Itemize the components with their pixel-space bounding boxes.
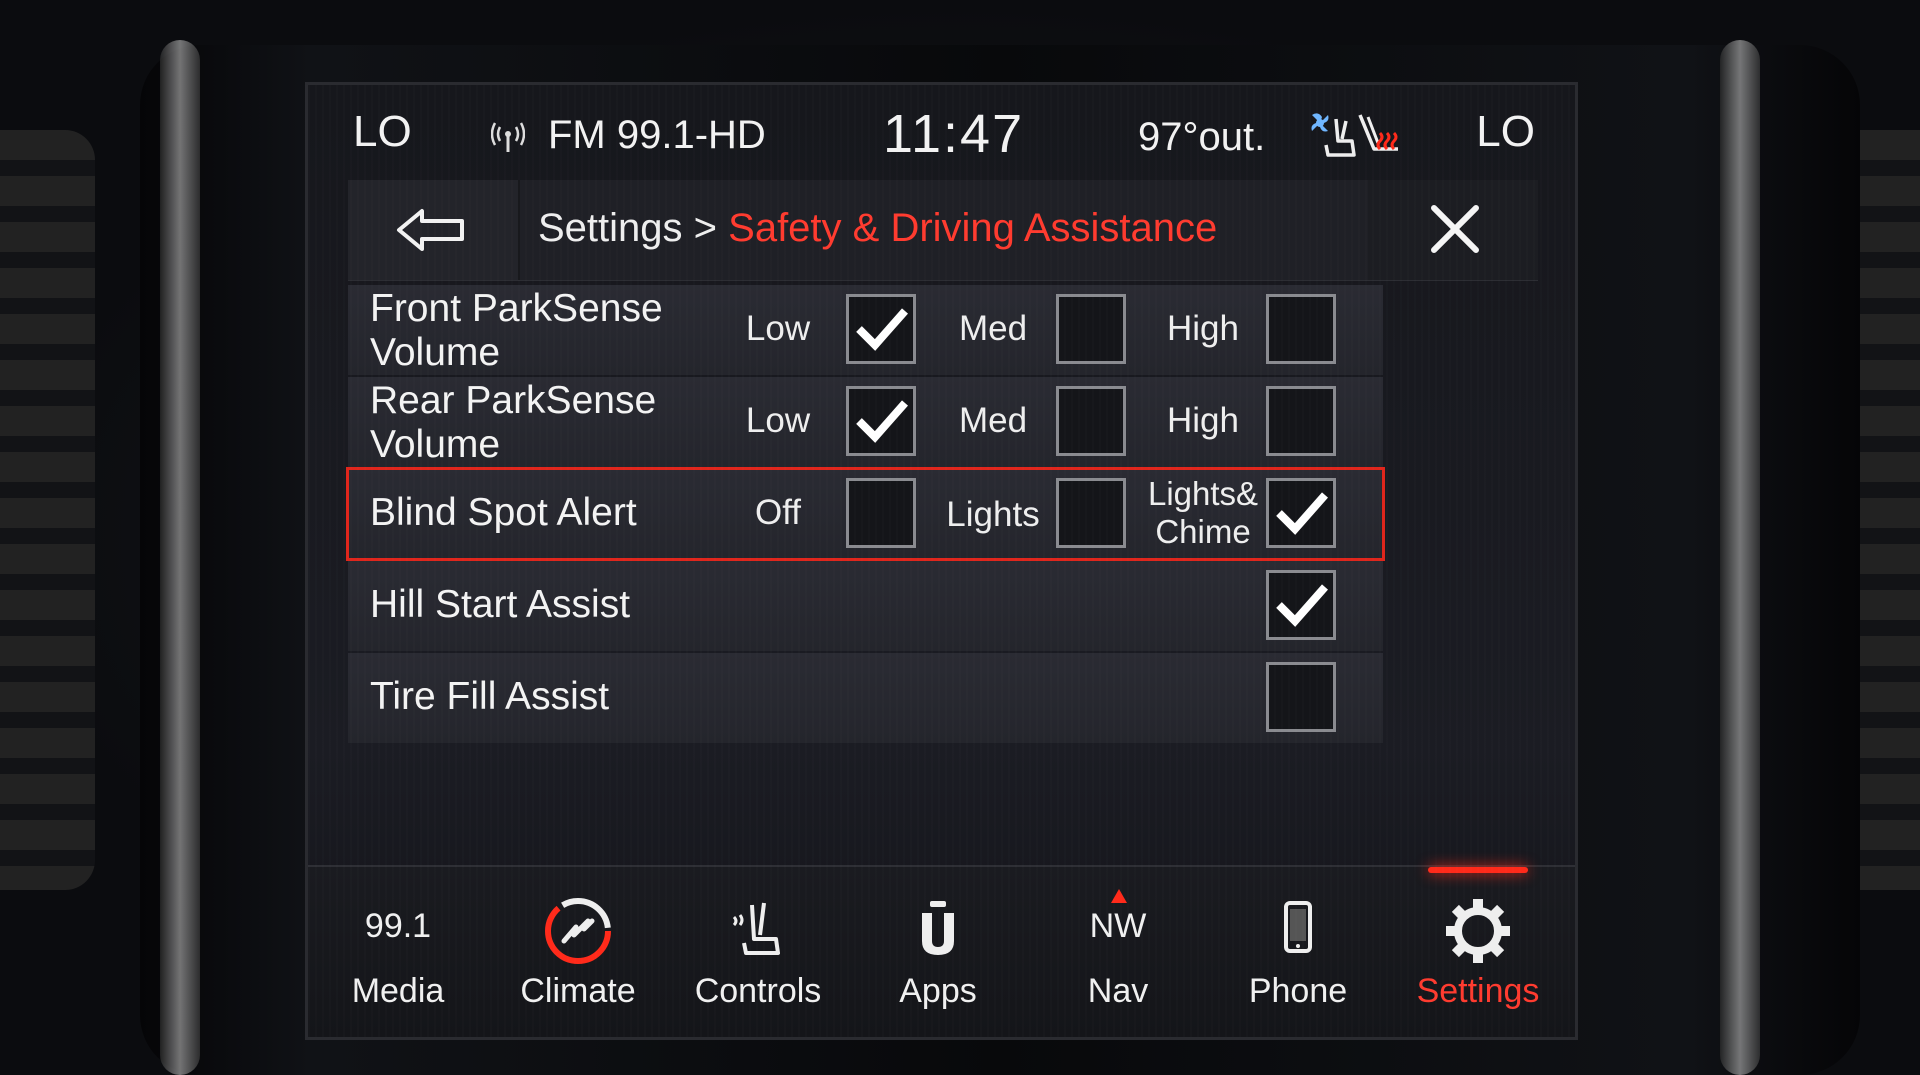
rear-med-checkbox[interactable] bbox=[1056, 386, 1126, 456]
compass-arrow-icon bbox=[1111, 889, 1127, 903]
nav-apps[interactable]: Apps bbox=[848, 867, 1028, 1037]
breadcrumb: Settings > Safety & Driving Assistance bbox=[538, 206, 1217, 251]
breadcrumb-current: Safety & Driving Assistance bbox=[728, 206, 1218, 250]
nav-climate-label: Climate bbox=[520, 972, 636, 1010]
tire-fill-assist-row: Tire Fill Assist bbox=[348, 653, 1383, 743]
close-icon bbox=[1431, 205, 1479, 253]
phone-icon bbox=[1284, 901, 1312, 953]
blind-spot-off-checkbox[interactable] bbox=[846, 478, 916, 548]
compass-heading: NW bbox=[1089, 907, 1147, 945]
front-parksense-label-line1: Front ParkSense bbox=[370, 287, 663, 330]
bezel-trim-right bbox=[1720, 40, 1760, 1075]
nav-settings-label: Settings bbox=[1416, 972, 1540, 1010]
front-parksense-row: Front ParkSense Volume Low Med High bbox=[348, 285, 1383, 375]
rear-high-label: High bbox=[1167, 401, 1239, 440]
bezel-trim-left bbox=[160, 40, 200, 1075]
radio-signal-icon bbox=[491, 122, 525, 152]
driver-temp[interactable]: LO bbox=[353, 107, 412, 157]
lights-chime-line1: Lights& bbox=[1148, 475, 1259, 512]
media-station-value: 99.1 bbox=[364, 907, 432, 945]
rear-low-checkbox[interactable] bbox=[846, 386, 916, 456]
settings-list: Front ParkSense Volume Low Med High Rear… bbox=[346, 285, 1385, 745]
climate-icon bbox=[545, 898, 611, 964]
nav-settings[interactable]: Settings bbox=[1388, 867, 1568, 1037]
nav-controls-label: Controls bbox=[694, 972, 822, 1010]
front-med-checkbox[interactable] bbox=[1056, 294, 1126, 364]
nav-climate[interactable]: Climate bbox=[488, 867, 668, 1037]
blind-spot-lights-checkbox[interactable] bbox=[1056, 478, 1126, 548]
heated-steering-icon[interactable] bbox=[1354, 109, 1410, 165]
checkmark-icon bbox=[856, 308, 908, 351]
rear-high-checkbox[interactable] bbox=[1266, 386, 1336, 456]
breadcrumb-root[interactable]: Settings > bbox=[538, 206, 717, 250]
nav-phone-label: Phone bbox=[1248, 972, 1348, 1010]
rear-parksense-label-line2: Volume bbox=[370, 423, 501, 466]
rear-parksense-label: Rear ParkSense Volume bbox=[370, 379, 656, 467]
blind-spot-off-label: Off bbox=[754, 493, 802, 532]
checkmark-icon bbox=[1276, 584, 1328, 627]
front-parksense-label-line2: Volume bbox=[370, 331, 501, 374]
clock: 11:47 bbox=[883, 104, 1025, 164]
hill-start-assist-checkbox[interactable] bbox=[1266, 570, 1336, 640]
nav-apps-label: Apps bbox=[899, 972, 977, 1010]
bottom-nav-bar: 99.1 Media Climate Controls Apps NW Nav … bbox=[308, 865, 1575, 1037]
rear-low-label: Low bbox=[745, 401, 811, 440]
front-med-label: Med bbox=[958, 309, 1028, 348]
blind-spot-alert-row: Blind Spot Alert Off Lights Lights& Chim… bbox=[346, 467, 1385, 561]
hill-start-assist-label: Hill Start Assist bbox=[370, 583, 631, 626]
outside-temperature: 97°out. bbox=[1138, 115, 1266, 159]
lights-chime-line2: Chime bbox=[1155, 513, 1251, 550]
back-button[interactable] bbox=[348, 180, 520, 280]
settings-header: Settings > Safety & Driving Assistance bbox=[348, 180, 1538, 281]
front-high-label: High bbox=[1167, 309, 1239, 348]
nav-nav[interactable]: NW Nav bbox=[1028, 867, 1208, 1037]
blind-spot-alert-label: Blind Spot Alert bbox=[370, 491, 637, 534]
seat-fan-icon[interactable] bbox=[1308, 111, 1360, 163]
nav-controls[interactable]: Controls bbox=[668, 867, 848, 1037]
back-arrow-icon bbox=[397, 209, 464, 251]
blind-spot-lights-chime-checkbox[interactable] bbox=[1266, 478, 1336, 548]
tire-fill-assist-checkbox[interactable] bbox=[1266, 662, 1336, 732]
uconnect-apps-icon bbox=[922, 901, 954, 955]
left-air-vent bbox=[0, 130, 95, 890]
blind-spot-lights-chime-label: Lights& Chime bbox=[1148, 475, 1258, 551]
seat-controls-icon bbox=[732, 902, 780, 955]
hill-start-assist-row: Hill Start Assist bbox=[348, 561, 1383, 651]
close-button[interactable] bbox=[1368, 180, 1538, 280]
rear-parksense-label-line1: Rear ParkSense bbox=[370, 379, 657, 422]
status-bar: LO FM 99.1-HD 11:47 97°out. LO bbox=[308, 85, 1575, 180]
front-low-label: Low bbox=[745, 309, 811, 348]
rear-parksense-row: Rear ParkSense Volume Low Med High bbox=[348, 377, 1383, 467]
nav-media[interactable]: 99.1 Media bbox=[308, 867, 488, 1037]
blind-spot-lights-label: Lights bbox=[946, 495, 1040, 534]
front-parksense-label: Front ParkSense Volume bbox=[370, 287, 663, 375]
infotainment-screen: LO FM 99.1-HD 11:47 97°out. LO Settings … bbox=[305, 82, 1578, 1040]
gear-icon bbox=[1446, 899, 1510, 963]
nav-nav-label: Nav bbox=[1087, 972, 1149, 1010]
checkmark-icon bbox=[1276, 492, 1328, 535]
front-high-checkbox[interactable] bbox=[1266, 294, 1336, 364]
radio-station[interactable]: FM 99.1-HD bbox=[548, 113, 766, 158]
tire-fill-assist-label: Tire Fill Assist bbox=[370, 675, 610, 718]
rear-med-label: Med bbox=[958, 401, 1028, 440]
nav-media-label: Media bbox=[351, 972, 445, 1010]
front-low-checkbox[interactable] bbox=[846, 294, 916, 364]
passenger-temp[interactable]: LO bbox=[1476, 107, 1535, 157]
checkmark-icon bbox=[856, 400, 908, 443]
nav-phone[interactable]: Phone bbox=[1208, 867, 1388, 1037]
